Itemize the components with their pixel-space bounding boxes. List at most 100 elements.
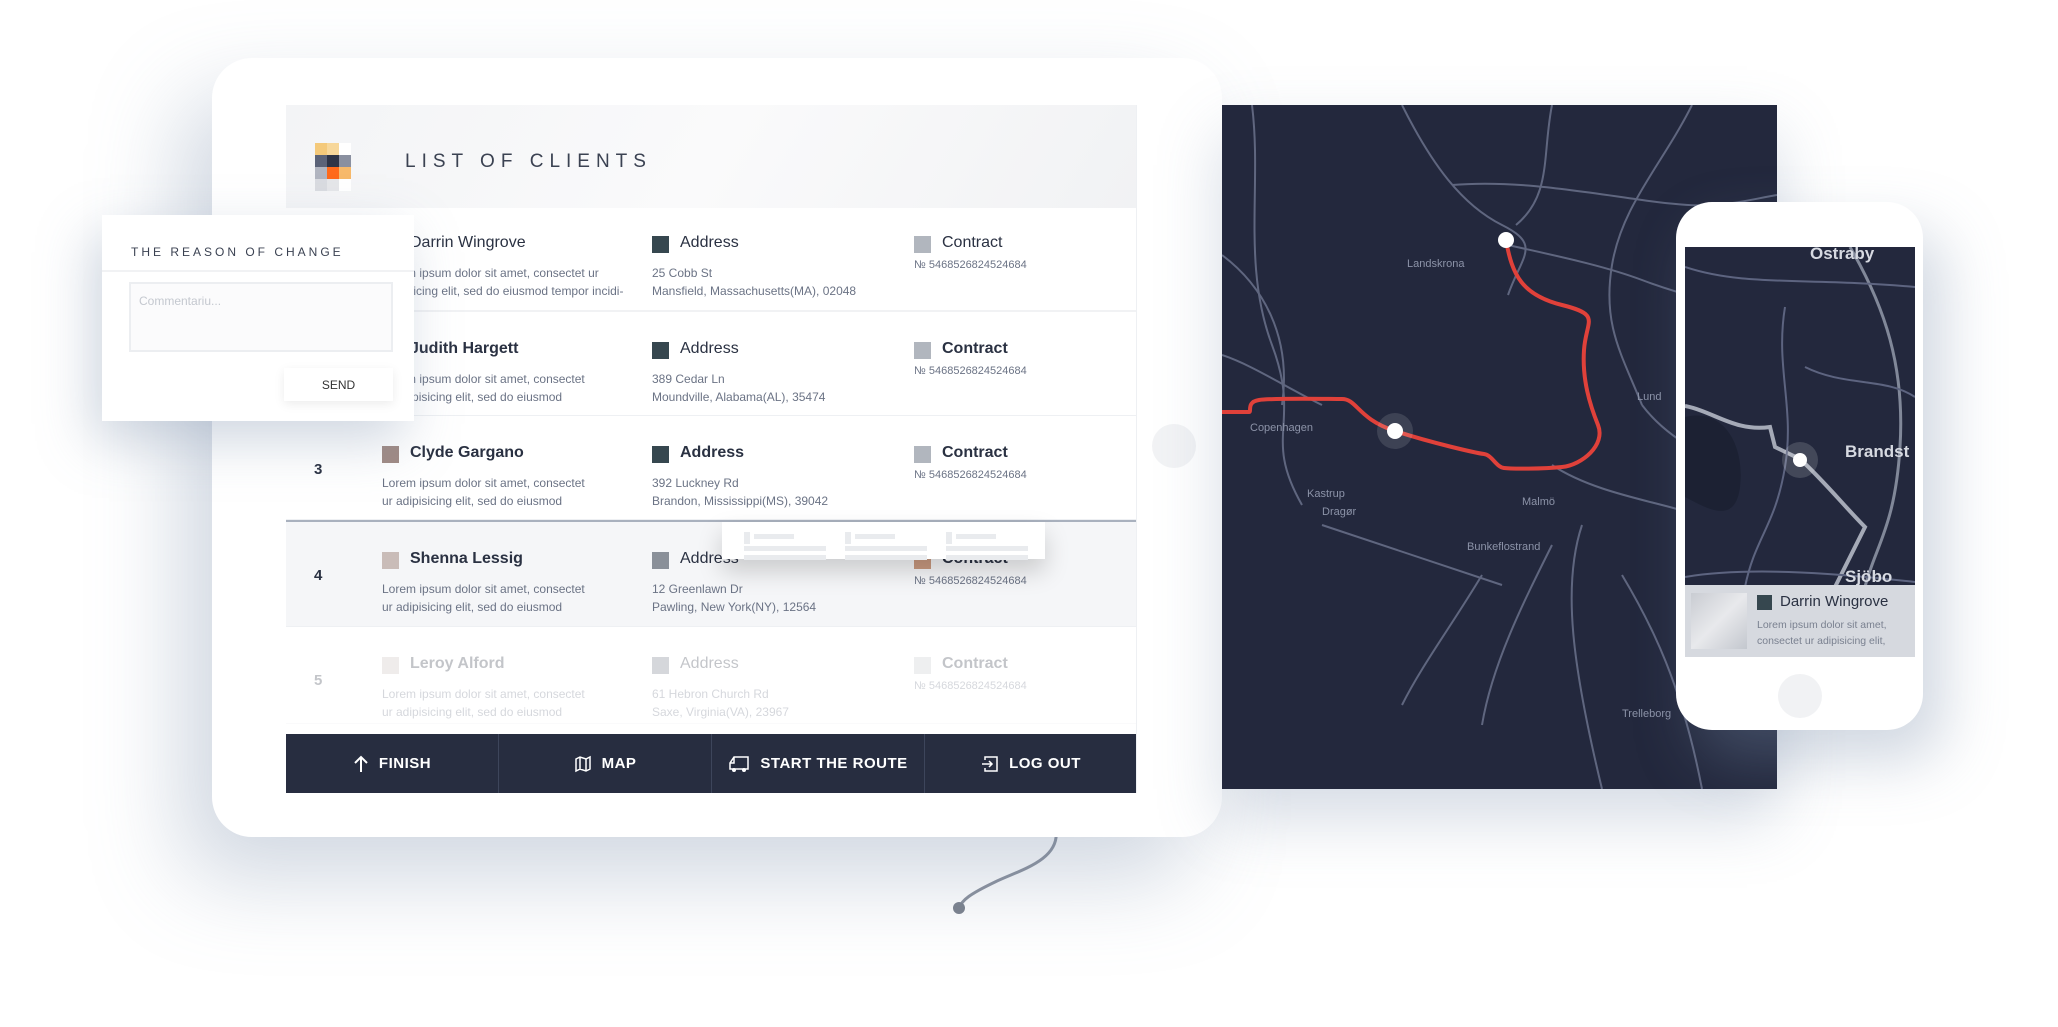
skeleton-tooltip [722, 522, 1045, 560]
logout-icon [982, 755, 998, 772]
contract-number: № 5468526824524684 [914, 259, 1027, 271]
row-number: 3 [314, 461, 323, 478]
logo-pixel [327, 155, 339, 167]
client-swatch [1757, 595, 1772, 610]
client-name[interactable]: Shenna Lessig [410, 550, 523, 568]
skeleton-line [855, 534, 895, 539]
logo-pixel [327, 167, 339, 179]
address-swatch [652, 446, 669, 463]
logout-button[interactable]: LOG OUT [925, 734, 1136, 793]
home-button[interactable] [1778, 674, 1822, 718]
client-card[interactable]: Darrin Wingrove Lorem ipsum dolor sit am… [1685, 585, 1915, 657]
client-name[interactable]: Clyde Gargano [410, 444, 524, 462]
contract-swatch [914, 657, 931, 674]
skeleton-line [744, 546, 826, 551]
contract-label: Contract [942, 340, 1008, 357]
address-text: 61 Hebron Church Rd Saxe, Virginia(VA), 2… [652, 687, 789, 719]
contract-label: Contract [942, 655, 1008, 672]
send-button[interactable]: SEND [284, 368, 393, 401]
page-title: LIST OF CLIENTS [405, 151, 652, 172]
phone-map-canvas: Östraby Brandst Sjöbo [1685, 247, 1915, 588]
map-label: Malmö [1522, 496, 1555, 508]
map-button[interactable]: MAP [499, 734, 712, 793]
logo-pixel [339, 179, 351, 191]
map-thumbnail [1691, 593, 1747, 649]
contract-number: № 5468526824524684 [914, 680, 1027, 692]
popup-title: THE REASON OF CHANGE [131, 245, 344, 259]
route-start-marker [1498, 232, 1514, 248]
map-label: Copenhagen [1250, 422, 1313, 434]
skeleton-line [845, 555, 927, 560]
logo-pixel [327, 143, 339, 155]
finish-button[interactable]: FINISH [286, 734, 499, 793]
address-text: 25 Cobb St Mansfield, Massachusetts(MA), … [652, 266, 857, 298]
header: LIST OF CLIENTS [286, 105, 1136, 208]
map-label: Kastrup [1307, 488, 1345, 500]
address-text: 389 Cedar Ln Moundville, Alabama(AL), 354… [652, 372, 826, 404]
logout-label: LOG OUT [1009, 755, 1081, 772]
address-text: 12 Greenlawn Dr Pawling, New York(NY), 12… [652, 582, 817, 614]
client-color-swatch [382, 552, 399, 569]
contract-number: № 5468526824524684 [914, 575, 1027, 587]
map-label: Dragør [1322, 506, 1357, 518]
client-name[interactable]: Judith Hargett [410, 340, 518, 358]
contract-label: Contract [942, 234, 1003, 251]
tablet-side-button[interactable] [1152, 424, 1196, 468]
start-route-label: START THE ROUTE [760, 755, 908, 772]
map-icon [574, 755, 591, 772]
client-row[interactable]: 5 Leroy Alford Lorem ipsum dolor sit ame… [286, 627, 1136, 724]
client-name[interactable]: Darrin Wingrove [410, 234, 526, 252]
skeleton-line [845, 546, 927, 551]
logo-pixel [315, 143, 327, 155]
client-description: Lorem ipsum dolor sit amet, consectet ur … [1757, 619, 1887, 647]
client-description: Lorem ipsum dolor sit amet, consectet ur … [382, 476, 585, 508]
start-route-button[interactable]: START THE ROUTE [712, 734, 925, 793]
client-name[interactable]: Leroy Alford [410, 655, 505, 673]
skeleton-line [754, 534, 794, 539]
address-label: Address [680, 234, 739, 251]
reason-of-change-popup: THE REASON OF CHANGE SEND [102, 215, 414, 421]
map-label: Brandst [1845, 442, 1910, 461]
map-label: Bunkeflostrand [1467, 541, 1540, 553]
arrow-up-icon [354, 755, 368, 772]
row-number: 5 [314, 672, 323, 689]
skeleton-line [744, 555, 826, 560]
client-name: Darrin Wingrove [1780, 593, 1889, 610]
map-label: Lund [1637, 391, 1661, 403]
logo-pixel [339, 155, 351, 167]
map-label: Landskrona [1407, 258, 1465, 270]
contract-number: № 5468526824524684 [914, 365, 1027, 377]
truck-icon [729, 755, 750, 772]
logo-pixel [339, 143, 351, 155]
row-number: 4 [314, 567, 323, 584]
contract-swatch [914, 342, 931, 359]
contract-swatch [914, 446, 931, 463]
skeleton-line [845, 532, 851, 544]
map-label: Östraby [1810, 247, 1875, 263]
client-row[interactable]: 3 Clyde Gargano Lorem ipsum dolor sit am… [286, 416, 1136, 520]
skeleton-line [956, 534, 996, 539]
contract-number: № 5468526824524684 [914, 469, 1027, 481]
logo-pixel [315, 155, 327, 167]
client-color-swatch [382, 446, 399, 463]
divider [102, 270, 414, 272]
address-label: Address [680, 444, 745, 461]
address-swatch [652, 236, 669, 253]
skeleton-line [744, 532, 750, 544]
bottom-toolbar: FINISH MAP START THE ROUTE LOG OUT [286, 734, 1136, 793]
contract-label: Contract [942, 444, 1008, 461]
map-label: MAP [601, 755, 637, 772]
phone-map[interactable]: Östraby Brandst Sjöbo Darrin Wingrove Lo… [1685, 247, 1915, 657]
map-label: Sjöbo [1845, 567, 1892, 586]
comment-input[interactable] [129, 282, 393, 352]
skeleton-line [946, 546, 1028, 551]
app-logo [315, 143, 351, 191]
phone-frame: Östraby Brandst Sjöbo Darrin Wingrove Lo… [1676, 202, 1923, 730]
address-text: 392 Luckney Rd Brandon, Mississippi(MS), … [652, 476, 829, 508]
client-description: Lorem ipsum dolor sit amet, consectet ur… [382, 266, 624, 298]
client-description: Lorem ipsum dolor sit amet, consectet ur … [382, 582, 585, 614]
address-label: Address [680, 340, 739, 357]
address-swatch [652, 342, 669, 359]
client-color-swatch [382, 657, 399, 674]
clients-screen: LIST OF CLIENTS 1 Darrin Wingrove Lorem … [286, 105, 1137, 793]
